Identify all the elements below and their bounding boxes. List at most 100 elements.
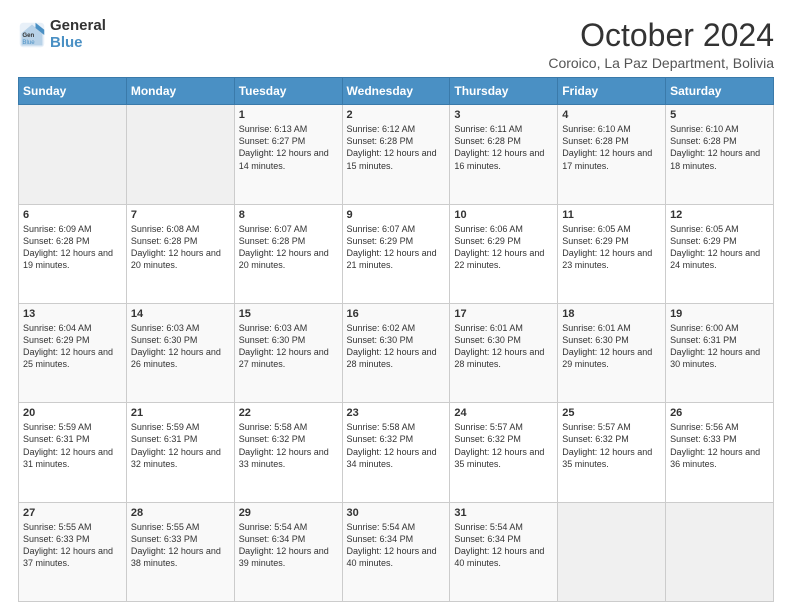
day-info: Sunrise: 6:12 AM Sunset: 6:28 PM Dayligh… [347,123,446,172]
day-info: Sunrise: 6:08 AM Sunset: 6:28 PM Dayligh… [131,223,230,272]
day-info: Sunrise: 6:13 AM Sunset: 6:27 PM Dayligh… [239,123,338,172]
day-info: Sunrise: 5:59 AM Sunset: 6:31 PM Dayligh… [131,421,230,470]
logo-blue: Blue [50,35,106,52]
calendar-week-row: 20 Sunrise: 5:59 AM Sunset: 6:31 PM Dayli… [19,403,774,502]
calendar-day-cell: 19Sunrise: 6:00 AM Sunset: 6:31 PM Dayli… [666,303,774,402]
header: Gen Blue General Blue October 2024 Coroi… [18,18,774,71]
calendar-day-cell: 15Sunrise: 6:03 AM Sunset: 6:30 PM Dayli… [234,303,342,402]
svg-text:Blue: Blue [22,38,35,45]
day-number: 23 [347,407,446,419]
calendar-day-cell [558,502,666,601]
calendar-day-cell: 14 Sunrise: 6:03 AM Sunset: 6:30 PM Dayli… [126,303,234,402]
day-number: 1 [239,109,338,121]
calendar-day-cell: 12Sunrise: 6:05 AM Sunset: 6:29 PM Dayli… [666,204,774,303]
day-number: 22 [239,407,338,419]
day-info: Sunrise: 6:03 AM Sunset: 6:30 PM Dayligh… [131,322,230,371]
calendar-day-cell [126,105,234,204]
day-number: 4 [562,109,661,121]
day-number: 9 [347,209,446,221]
day-number: 5 [670,109,769,121]
svg-text:Gen: Gen [22,31,34,38]
calendar-week-row: 27Sunrise: 5:55 AM Sunset: 6:33 PM Dayli… [19,502,774,601]
day-info: Sunrise: 6:07 AM Sunset: 6:28 PM Dayligh… [239,223,338,272]
day-info: Sunrise: 5:58 AM Sunset: 6:32 PM Dayligh… [347,421,446,470]
logo: Gen Blue General Blue [18,18,106,51]
day-info: Sunrise: 6:11 AM Sunset: 6:28 PM Dayligh… [454,123,553,172]
calendar-day-header: Wednesday [342,78,450,105]
day-number: 24 [454,407,553,419]
calendar-day-cell: 28 Sunrise: 5:55 AM Sunset: 6:33 PM Dayli… [126,502,234,601]
day-number: 14 [131,308,230,320]
day-number: 18 [562,308,661,320]
calendar-day-cell: 10Sunrise: 6:06 AM Sunset: 6:29 PM Dayli… [450,204,558,303]
day-info: Sunrise: 5:54 AM Sunset: 6:34 PM Dayligh… [239,521,338,570]
day-number: 31 [454,507,553,519]
day-info: Sunrise: 5:56 AM Sunset: 6:33 PM Dayligh… [670,421,769,470]
day-number: 6 [23,209,122,221]
day-number: 19 [670,308,769,320]
calendar-header-row: SundayMondayTuesdayWednesdayThursdayFrid… [19,78,774,105]
day-info: Sunrise: 5:55 AM Sunset: 6:33 PM Dayligh… [23,521,122,570]
calendar-table: SundayMondayTuesdayWednesdayThursdayFrid… [18,77,774,602]
calendar-day-cell: 9 Sunrise: 6:07 AM Sunset: 6:29 PM Daylig… [342,204,450,303]
calendar-day-cell: 7 Sunrise: 6:08 AM Sunset: 6:28 PM Daylig… [126,204,234,303]
day-info: Sunrise: 6:07 AM Sunset: 6:29 PM Dayligh… [347,223,446,272]
day-info: Sunrise: 5:55 AM Sunset: 6:33 PM Dayligh… [131,521,230,570]
page: Gen Blue General Blue October 2024 Coroi… [0,0,792,612]
day-number: 17 [454,308,553,320]
calendar-day-cell: 25 Sunrise: 5:57 AM Sunset: 6:32 PM Dayli… [558,403,666,502]
calendar-day-cell [666,502,774,601]
calendar-day-cell: 8Sunrise: 6:07 AM Sunset: 6:28 PM Daylig… [234,204,342,303]
calendar-day-header: Tuesday [234,78,342,105]
calendar-day-cell: 2 Sunrise: 6:12 AM Sunset: 6:28 PM Daylig… [342,105,450,204]
calendar-day-cell: 6 Sunrise: 6:09 AM Sunset: 6:28 PM Daylig… [19,204,127,303]
day-number: 20 [23,407,122,419]
day-info: Sunrise: 6:01 AM Sunset: 6:30 PM Dayligh… [562,322,661,371]
day-info: Sunrise: 5:54 AM Sunset: 6:34 PM Dayligh… [347,521,446,570]
calendar-day-cell: 26 Sunrise: 5:56 AM Sunset: 6:33 PM Dayli… [666,403,774,502]
day-number: 28 [131,507,230,519]
calendar-day-cell: 13 Sunrise: 6:04 AM Sunset: 6:29 PM Dayli… [19,303,127,402]
day-info: Sunrise: 6:01 AM Sunset: 6:30 PM Dayligh… [454,322,553,371]
day-info: Sunrise: 5:54 AM Sunset: 6:34 PM Dayligh… [454,521,553,570]
day-info: Sunrise: 5:57 AM Sunset: 6:32 PM Dayligh… [562,421,661,470]
calendar-day-header: Saturday [666,78,774,105]
day-number: 13 [23,308,122,320]
calendar-day-cell: 11Sunrise: 6:05 AM Sunset: 6:29 PM Dayli… [558,204,666,303]
day-info: Sunrise: 5:59 AM Sunset: 6:31 PM Dayligh… [23,421,122,470]
day-info: Sunrise: 6:05 AM Sunset: 6:29 PM Dayligh… [562,223,661,272]
day-number: 12 [670,209,769,221]
calendar-day-cell: 30 Sunrise: 5:54 AM Sunset: 6:34 PM Dayli… [342,502,450,601]
calendar-day-cell: 3Sunrise: 6:11 AM Sunset: 6:28 PM Daylig… [450,105,558,204]
calendar-day-cell: 31 Sunrise: 5:54 AM Sunset: 6:34 PM Dayli… [450,502,558,601]
day-number: 26 [670,407,769,419]
calendar-day-cell: 24 Sunrise: 5:57 AM Sunset: 6:32 PM Dayli… [450,403,558,502]
day-number: 25 [562,407,661,419]
day-info: Sunrise: 6:03 AM Sunset: 6:30 PM Dayligh… [239,322,338,371]
day-number: 30 [347,507,446,519]
day-info: Sunrise: 6:06 AM Sunset: 6:29 PM Dayligh… [454,223,553,272]
calendar-day-cell: 23 Sunrise: 5:58 AM Sunset: 6:32 PM Dayli… [342,403,450,502]
day-number: 29 [239,507,338,519]
day-number: 7 [131,209,230,221]
calendar-day-cell: 21 Sunrise: 5:59 AM Sunset: 6:31 PM Dayli… [126,403,234,502]
calendar-day-header: Sunday [19,78,127,105]
calendar-day-cell: 18 Sunrise: 6:01 AM Sunset: 6:30 PM Dayli… [558,303,666,402]
logo-text-block: General Blue [50,18,106,51]
calendar-week-row: 6 Sunrise: 6:09 AM Sunset: 6:28 PM Daylig… [19,204,774,303]
day-info: Sunrise: 6:04 AM Sunset: 6:29 PM Dayligh… [23,322,122,371]
calendar-day-header: Thursday [450,78,558,105]
day-info: Sunrise: 5:57 AM Sunset: 6:32 PM Dayligh… [454,421,553,470]
day-info: Sunrise: 6:09 AM Sunset: 6:28 PM Dayligh… [23,223,122,272]
day-number: 21 [131,407,230,419]
day-info: Sunrise: 6:10 AM Sunset: 6:28 PM Dayligh… [670,123,769,172]
calendar-day-cell: 20 Sunrise: 5:59 AM Sunset: 6:31 PM Dayli… [19,403,127,502]
day-number: 2 [347,109,446,121]
calendar-day-cell: 5 Sunrise: 6:10 AM Sunset: 6:28 PM Daylig… [666,105,774,204]
page-subtitle: Coroico, La Paz Department, Bolivia [548,55,774,71]
title-block: October 2024 Coroico, La Paz Department,… [548,18,774,71]
calendar-day-cell: 1 Sunrise: 6:13 AM Sunset: 6:27 PM Daylig… [234,105,342,204]
calendar-day-cell: 27Sunrise: 5:55 AM Sunset: 6:33 PM Dayli… [19,502,127,601]
day-info: Sunrise: 6:10 AM Sunset: 6:28 PM Dayligh… [562,123,661,172]
calendar-day-header: Friday [558,78,666,105]
